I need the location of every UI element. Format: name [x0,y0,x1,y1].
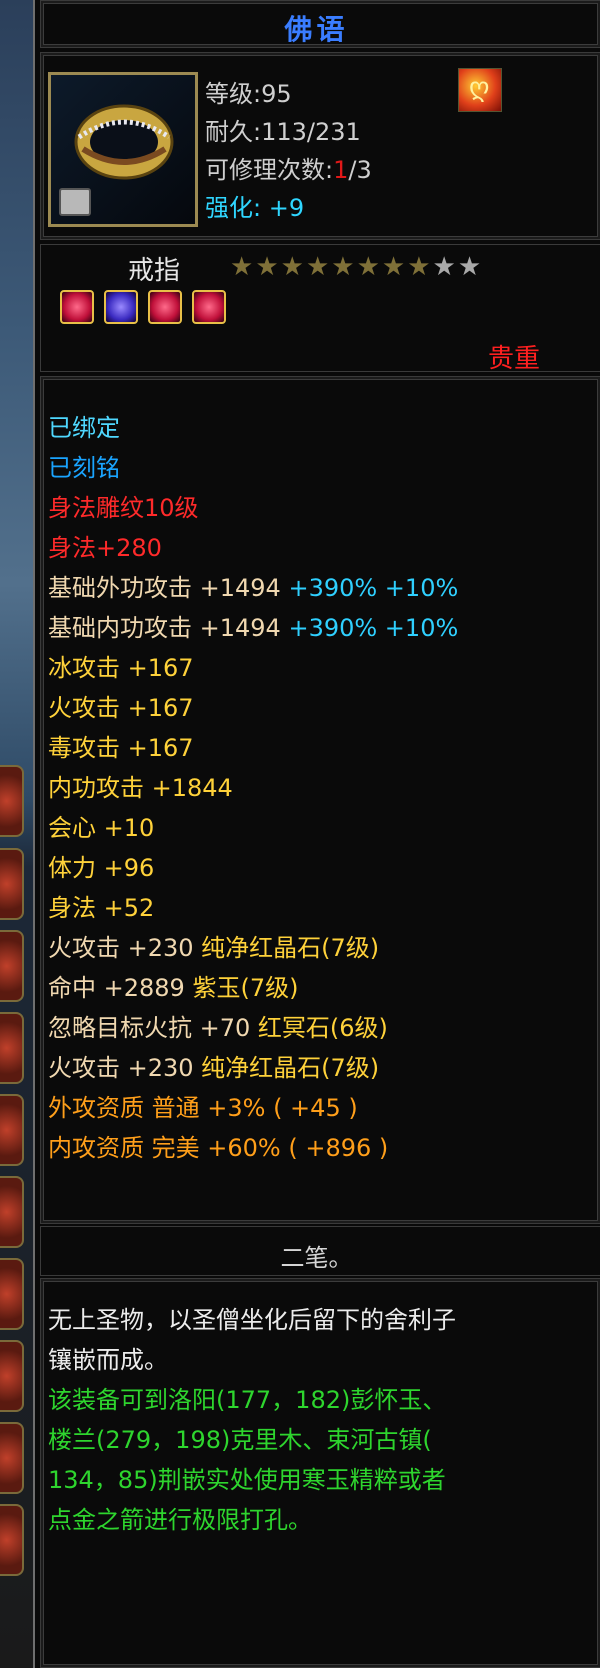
attribute-text: 忽略目标火抗 +70 [48,1014,251,1042]
skill-slot[interactable] [0,1012,24,1084]
description-line: 无上圣物，以圣僧坐化后留下的舍利子 [48,1306,456,1334]
star-filled-icon: ★ [280,252,306,282]
repair-used: 1 [333,156,349,184]
rarity-label: 贵重 [488,344,541,374]
star-filled-icon: ★ [305,252,332,282]
attribute-text: 内攻资质 完美 +60% ( +896 ) [48,1134,389,1162]
attribute-line: 火攻击 +167 [48,688,194,723]
attribute-text: 会心 +10 [48,814,155,842]
attribute-text: 已刻铭 [48,454,120,482]
attribute-line: 内攻资质 完美 +60% ( +896 ) [48,1128,388,1163]
skill-slot[interactable] [0,848,24,920]
attribute-line: 命中 +2889 紫玉(7级) [48,968,298,1003]
attribute-line: 火攻击 +230 纯净红晶石(7级) [48,1048,379,1083]
attribute-text: 外攻资质 普通 +3% ( +45 ) [48,1094,358,1122]
item-title: 佛语 [284,13,349,46]
item-icon-frame[interactable] [48,72,198,227]
skill-slot[interactable] [0,1504,24,1576]
red-gem-icon[interactable] [192,290,226,324]
star-filled-icon: ★ [331,252,357,282]
attribute-extra: 纯净红晶石(7级) [193,934,380,962]
description-line: 楼兰(279，198)克里木、束河古镇( [48,1426,432,1454]
description-line: 134，85)荆嵌实处使用寒玉精粹或者 [48,1466,446,1494]
star-filled-icon: ★ [230,252,256,282]
attribute-extra: 红冥石(6级) [250,1014,388,1042]
level-label: 等级:95 [205,80,292,108]
attribute-text: 身法雕纹10级 [48,494,199,522]
red-gem-icon[interactable] [60,290,94,324]
repair-suffix: /3 [348,156,372,184]
star-filled-icon: ★ [407,252,433,282]
durability-label: 耐久:113/231 [205,118,361,146]
repair-count: 可修理次数:1/3 [205,150,372,185]
attribute-line: 身法+280 [48,528,162,563]
attribute-line: 会心 +10 [48,808,154,843]
attribute-text: 已绑定 [48,414,120,442]
skill-slot[interactable] [0,765,24,837]
attribute-text: 基础内功攻击 +1494 [48,614,281,642]
attribute-text: 火攻击 +230 [48,1054,194,1082]
attribute-line: 已刻铭 [48,448,120,483]
attribute-text: 命中 +2889 [48,974,185,1002]
skill-slot[interactable] [0,1176,24,1248]
purple-gem-icon[interactable] [104,290,138,324]
attribute-text: 毒攻击 +167 [48,734,194,762]
skill-slot[interactable] [0,1258,24,1330]
star-filled-icon: ★ [255,252,281,282]
star-empty-icon: ★ [432,252,458,282]
attribute-line: 已绑定 [48,408,120,443]
attribute-text: 火攻击 +230 [48,934,194,962]
bound-lock-icon [59,188,91,216]
attribute-text: 冰攻击 +167 [48,654,194,682]
attribute-line: 身法雕纹10级 [48,488,199,523]
attribute-extra: +390% +10% [280,614,459,642]
attribute-line: 基础内功攻击 +1494 +390% +10% [48,608,458,643]
star-filled-icon: ★ [381,252,408,282]
attribute-text: 体力 +96 [48,854,155,882]
attribute-line: 外攻资质 普通 +3% ( +45 ) [48,1088,358,1123]
repair-prefix: 可修理次数: [205,156,334,184]
attribute-text: 基础外功攻击 +1494 [48,574,281,602]
skill-slot[interactable] [0,1340,24,1412]
fire-element-icon: ღ [458,68,502,112]
game-background [0,0,33,1668]
skill-slot[interactable] [0,1422,24,1494]
attribute-line: 忽略目标火抗 +70 红冥石(6级) [48,1008,388,1043]
attribute-text: 身法+280 [48,534,162,562]
ring-icon [74,104,174,180]
attribute-line: 火攻击 +230 纯净红晶石(7级) [48,928,379,963]
attribute-text: 火攻击 +167 [48,694,194,722]
attribute-line: 基础外功攻击 +1494 +390% +10% [48,568,458,603]
attribute-text: 内功攻击 +1844 [48,774,233,802]
attribute-line: 冰攻击 +167 [48,648,194,683]
description-line: 该装备可到洛阳(177，182)彭怀玉、 [48,1386,447,1414]
attribute-text: 身法 +52 [48,894,155,922]
attribute-line: 毒攻击 +167 [48,728,194,763]
section-title: 二笔。 [280,1244,353,1272]
star-rating: ★★★★★★★★★★ [230,252,483,282]
attribute-extra: 紫玉(7级) [184,974,299,1002]
skill-slot[interactable] [0,1094,24,1166]
attribute-extra: +390% +10% [280,574,459,602]
enhance-label: 强化: +9 [205,194,305,222]
star-empty-icon: ★ [457,252,484,282]
attribute-line: 身法 +52 [48,888,154,923]
skill-slot[interactable] [0,930,24,1002]
description-line: 点金之箭进行极限打孔。 [48,1506,312,1534]
red-gem-icon[interactable] [148,290,182,324]
star-filled-icon: ★ [356,252,382,282]
attribute-line: 体力 +96 [48,848,154,883]
item-type: 戒指 [128,256,181,286]
attribute-extra: 纯净红晶石(7级) [193,1054,380,1082]
attribute-line: 内功攻击 +1844 [48,768,233,803]
description-line: 镶嵌而成。 [48,1346,168,1374]
